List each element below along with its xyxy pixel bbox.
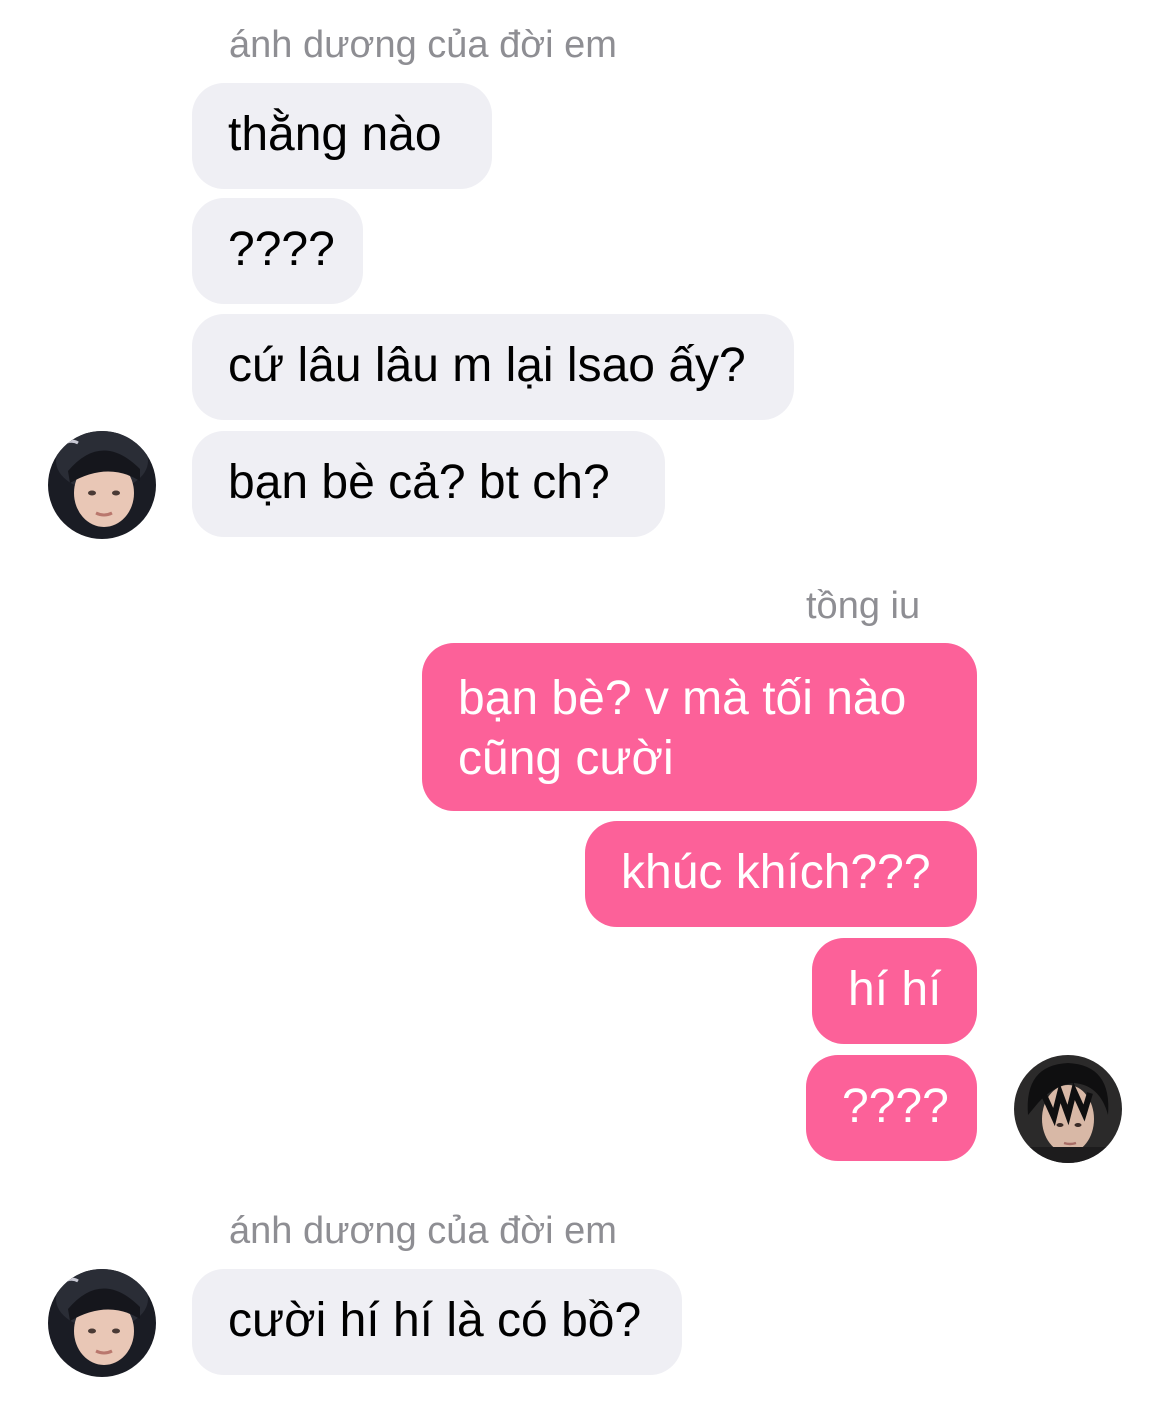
avatar-photo-icon [1014, 1055, 1122, 1163]
message-bubble-outgoing[interactable]: ???? [806, 1055, 977, 1161]
sender-name: ánh dương của đời em [229, 24, 617, 66]
message-bubble-outgoing[interactable]: bạn bè? v mà tối nào cũng cười [422, 643, 977, 811]
avatar-photo-icon [48, 1269, 156, 1377]
message-bubble-incoming[interactable]: cứ lâu lâu m lại lsao ấy? [192, 314, 794, 420]
user-avatar[interactable] [1014, 1055, 1122, 1163]
contact-avatar[interactable] [48, 1269, 156, 1377]
contact-avatar[interactable] [48, 431, 156, 539]
message-bubble-incoming[interactable]: bạn bè cả? bt ch? [192, 431, 665, 537]
message-bubble-incoming[interactable]: thằng nào [192, 83, 492, 189]
sender-name: ánh dương của đời em [229, 1210, 617, 1252]
sender-name: tồng iu [806, 585, 921, 627]
message-bubble-incoming[interactable]: cười hí hí là có bồ? [192, 1269, 682, 1375]
avatar-photo-icon [48, 431, 156, 539]
message-bubble-incoming[interactable]: ???? [192, 198, 363, 304]
message-bubble-outgoing[interactable]: khúc khích??? [585, 821, 977, 927]
message-bubble-outgoing[interactable]: hí hí [812, 938, 977, 1044]
